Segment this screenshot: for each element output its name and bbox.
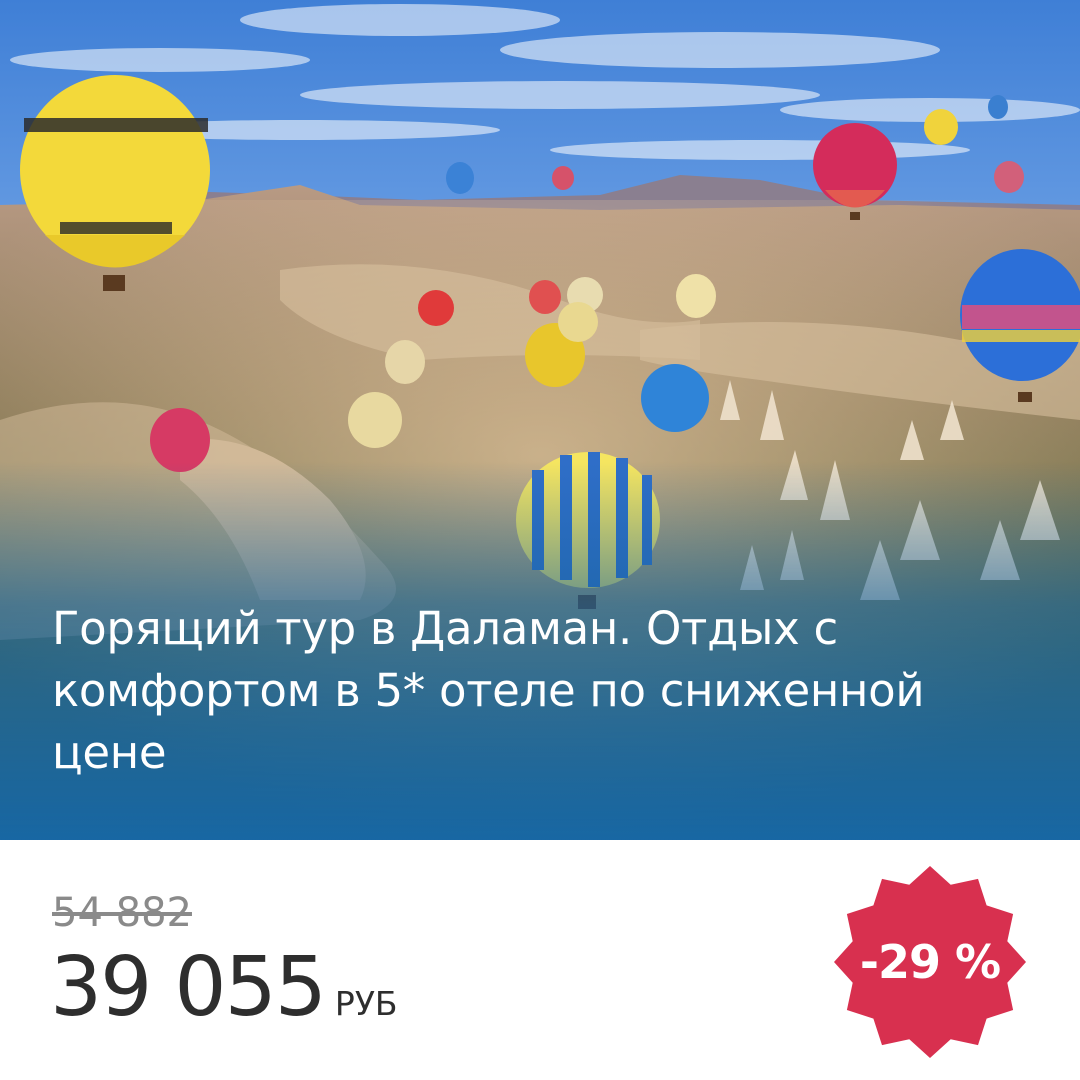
old-price: 54 882 [52, 890, 192, 936]
discount-label: -29 % [859, 935, 1001, 989]
discount-badge: -29 % [832, 864, 1028, 1060]
ad-headline: Горящий тур в Даламан. Отдых с комфортом… [52, 602, 925, 779]
currency-label: РУБ [334, 984, 398, 1023]
current-price: 39 055 [50, 940, 327, 1035]
hero-photo: Горящий тур в Даламан. Отдых с комфортом… [0, 0, 1080, 840]
current-price-row: 39 055 РУБ [50, 938, 398, 1038]
